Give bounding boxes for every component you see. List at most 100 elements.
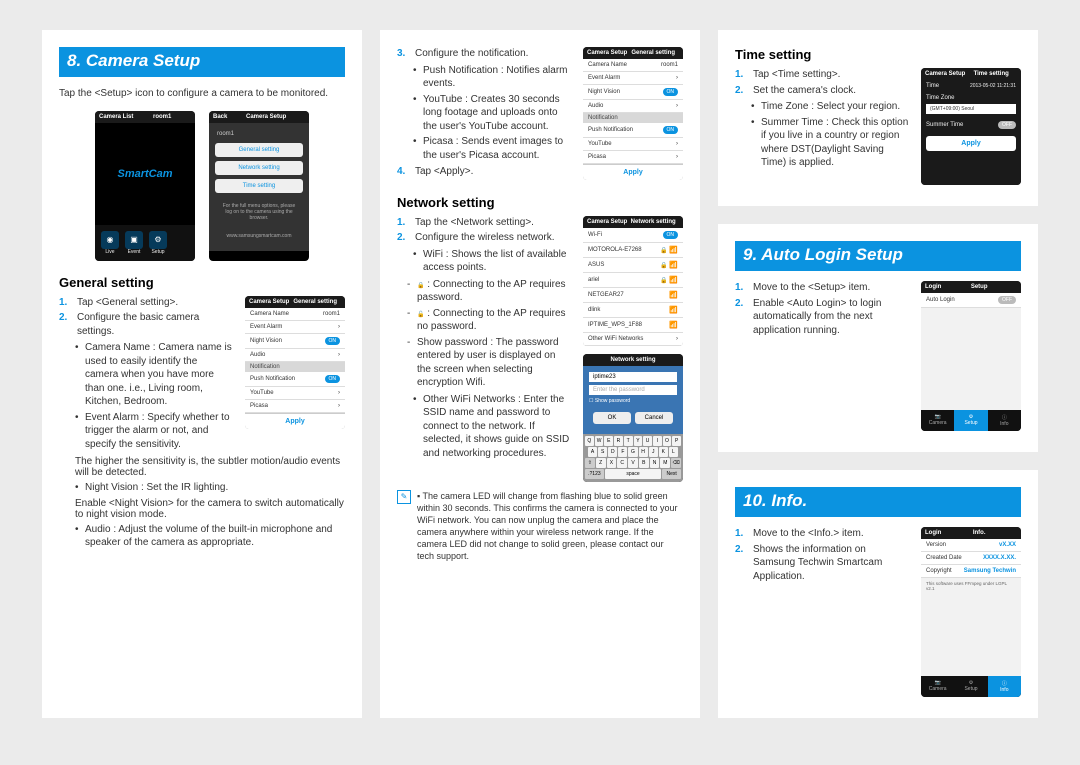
wifi-toggle[interactable]: ON: [663, 231, 679, 239]
pwd-title: Network setting: [587, 357, 679, 363]
gs-night-vision: Night Vision: [250, 338, 282, 344]
ns-back[interactable]: Camera Setup: [587, 219, 627, 225]
info-license-note: This software uses FFmpeg under LGPL v2.…: [921, 578, 1021, 594]
other-wifi-row[interactable]: Other WiFi Networks›: [583, 333, 683, 346]
night-vision-toggle[interactable]: ON: [325, 337, 341, 345]
gs2-apply[interactable]: Apply: [583, 164, 683, 180]
phone-info: LoginInfo. VersionvX.XX Created DateXXXX…: [921, 527, 1021, 697]
camera-list-label: Camera List: [99, 114, 133, 120]
camera-setup-title: Camera Setup: [227, 114, 305, 120]
setup-icon[interactable]: ⚙: [149, 231, 167, 249]
gs2-yt[interactable]: YouTube: [588, 141, 612, 147]
network-setting-heading: Network setting: [397, 195, 683, 210]
ns-title: Network setting: [627, 219, 679, 225]
summer-toggle[interactable]: OFF: [998, 121, 1016, 129]
panel-info: 10. Info. 1.Move to the <Info.> item. 2.…: [718, 470, 1038, 718]
ts-time-val: 2013-05-02 11:21:31: [970, 83, 1016, 89]
info-copyright-val: Samsung Techwin: [964, 568, 1016, 574]
room-sublabel: room1: [215, 129, 303, 143]
ok-button[interactable]: OK: [593, 412, 631, 424]
room-label: room1: [153, 114, 171, 120]
ap-3[interactable]: NETGEAR27📶: [583, 288, 683, 303]
n-showpw: Show password : The password entered by …: [407, 336, 571, 390]
timezone-select[interactable]: (GMT+09:00) Seoul: [926, 104, 1016, 114]
step-4: Tap <Apply>.: [415, 165, 473, 179]
al-back[interactable]: Login: [925, 284, 941, 290]
nav2-camera[interactable]: 📷Camera: [921, 676, 954, 697]
section-8-intro: Tap the <Setup> icon to configure a came…: [59, 87, 345, 101]
column-camera-setup: 8. Camera Setup Tap the <Setup> icon to …: [42, 30, 362, 718]
g-bullet-night-vision: Night Vision : Set the IR lighting.: [75, 481, 345, 495]
live-label: Live: [101, 249, 119, 255]
back-button[interactable]: Back: [213, 114, 227, 120]
info-copyright-lbl: Copyright: [926, 568, 952, 574]
menu-general-setting[interactable]: General setting: [215, 143, 303, 157]
n-step-1: Tap the <Network setting>.: [415, 216, 534, 230]
n-wifi: WiFi : Shows the list of available acces…: [413, 248, 571, 275]
gs2-au[interactable]: Audio: [588, 103, 603, 109]
live-icon[interactable]: ◉: [101, 231, 119, 249]
n-other-wifi: Other WiFi Networks : Enter the SSID nam…: [413, 393, 571, 461]
ap-1[interactable]: ASUS🔒 📶: [583, 258, 683, 273]
keyboard[interactable]: QWERTYUIOP ASDFGHJKL ⇧ZXCVBNM⌫ .?123spac…: [583, 434, 683, 482]
nav2-setup[interactable]: ⚙Setup: [954, 676, 987, 697]
show-password-check[interactable]: ☐ Show password: [589, 398, 677, 404]
ts-back[interactable]: Camera Setup: [925, 71, 965, 77]
ap-2[interactable]: ariel🔒 📶: [583, 273, 683, 288]
gs2-nv-toggle[interactable]: ON: [663, 88, 679, 96]
g-bullet-camera-name: Camera Name : Camera name is used to eas…: [75, 341, 233, 409]
gs-push-notif: Push Notification: [250, 376, 295, 382]
nav-camera[interactable]: 📷Camera: [921, 410, 954, 431]
al-step-1: Move to the <Setup> item.: [753, 281, 870, 295]
gs-apply-button[interactable]: Apply: [245, 413, 345, 429]
n-open-icon-line: 🔓 : Connecting to the AP requires no pas…: [407, 307, 571, 334]
gs-event-alarm[interactable]: Event Alarm: [250, 324, 282, 330]
info-version-lbl: Version: [926, 542, 946, 548]
g-b3-extra: Enable <Night Vision> for the camera to …: [75, 498, 345, 520]
ts-time-lbl: Time: [926, 83, 939, 89]
time-setting-heading: Time setting: [735, 47, 1021, 62]
menu-note: For the full menu options, please log on…: [215, 197, 303, 227]
gs2-hdr-left[interactable]: Camera Setup: [587, 50, 627, 56]
push-notif-toggle[interactable]: ON: [325, 375, 341, 383]
gs2-cn-v[interactable]: room1: [661, 62, 678, 68]
gs-hdr-left[interactable]: Camera Setup: [249, 299, 289, 305]
gs2-ea[interactable]: Event Alarm: [588, 75, 620, 81]
gs2-pc[interactable]: Picasa: [588, 154, 606, 160]
gs-youtube[interactable]: YouTube: [250, 390, 274, 396]
phone-general-setting: Camera SetupGeneral setting Camera Name r…: [245, 296, 345, 429]
gs-hdr-title: General setting: [289, 299, 341, 305]
section-8-title: 8. Camera Setup: [59, 47, 345, 77]
n-lock-icon-line: 🔒 : Connecting to the AP requires passwo…: [407, 278, 571, 305]
ap-0[interactable]: MOTOROLA-E7268🔒 📶: [583, 243, 683, 258]
setup-label: Setup: [149, 249, 167, 255]
t-step-1: Tap <Time setting>.: [753, 68, 840, 82]
ap-5[interactable]: IPTIME_WPS_1F88📶: [583, 318, 683, 333]
bottom-toolbar: ◉Live ▣Event ⚙Setup: [95, 225, 195, 261]
general-setting-heading: General setting: [59, 275, 345, 290]
gs-camera-name-val[interactable]: room1: [323, 311, 340, 317]
menu-time-setting[interactable]: Time setting: [215, 179, 303, 193]
auto-login-toggle[interactable]: OFF: [998, 296, 1016, 304]
nav-setup[interactable]: ⚙Setup: [954, 410, 987, 431]
ts-apply-button[interactable]: Apply: [926, 136, 1016, 151]
event-icon[interactable]: ▣: [125, 231, 143, 249]
gs-picasa[interactable]: Picasa: [250, 403, 268, 409]
menu-network-setting[interactable]: Network setting: [215, 161, 303, 175]
ts-title: Time setting: [965, 71, 1017, 77]
cancel-button[interactable]: Cancel: [635, 412, 673, 424]
event-label: Event: [125, 249, 143, 255]
info-back[interactable]: Login: [925, 530, 941, 536]
s3-picasa: Picasa : Sends event images to the user'…: [413, 135, 571, 162]
section-9-title: 9. Auto Login Setup: [735, 241, 1021, 271]
gs2-notif: Notification: [583, 113, 683, 123]
nav2-info[interactable]: ⓘInfo: [988, 676, 1021, 697]
password-input[interactable]: Enter the password: [589, 385, 677, 395]
gs2-nv: Night Vision: [588, 89, 620, 95]
gs2-pn-toggle[interactable]: ON: [663, 126, 679, 134]
gs-camera-name-lbl: Camera Name: [250, 311, 289, 317]
ap-4[interactable]: dlink📶: [583, 303, 683, 318]
nav-info[interactable]: ⓘInfo: [988, 410, 1021, 431]
gs-audio[interactable]: Audio: [250, 352, 265, 358]
t-step-2: Set the camera's clock.: [753, 84, 856, 98]
